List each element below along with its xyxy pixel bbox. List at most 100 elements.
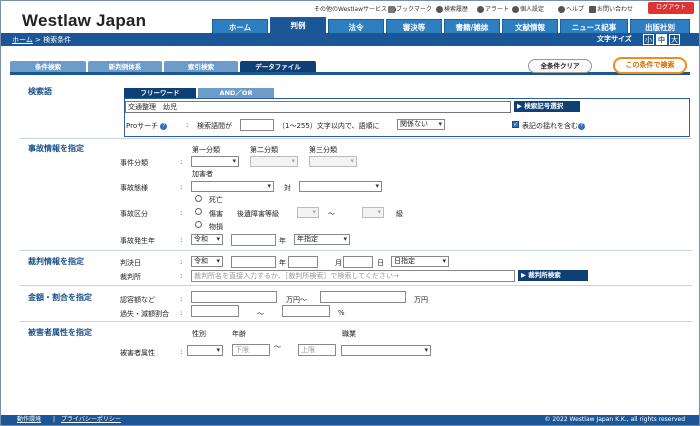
bell-icon	[477, 6, 484, 13]
breadcrumb-current: 検索条件	[43, 36, 72, 44]
keyword-heading: 検索語	[28, 87, 52, 96]
judgment-heading: 裁判情報を指定	[28, 257, 84, 266]
search-button[interactable]: この条件で検索	[613, 57, 687, 74]
radio-death[interactable]	[195, 195, 202, 202]
divider	[20, 285, 692, 286]
divider	[20, 321, 692, 322]
year-suffix: 年	[279, 259, 286, 267]
help-icon[interactable]: ?	[160, 122, 168, 130]
judgment-month-input[interactable]	[288, 256, 318, 268]
font-size-medium[interactable]: 中	[656, 34, 667, 45]
help-icon[interactable]: ?	[578, 122, 585, 130]
colon: :	[180, 272, 183, 280]
sex-header: 性別	[192, 330, 206, 338]
perpetrator-label: 加害者	[192, 170, 213, 178]
footer-link-privacy[interactable]: プライバシーポリシー	[61, 415, 121, 425]
percent-suffix: %	[338, 309, 345, 317]
select-code-button[interactable]: ▶ 検索記号選択	[514, 101, 580, 112]
footer-link-environment[interactable]: 動作環境	[17, 415, 41, 425]
case-type-1-select[interactable]	[191, 156, 239, 167]
divider	[20, 250, 692, 251]
judgment-date-mode-select[interactable]: 日指定	[391, 256, 449, 267]
pro-search-label: Proサーチ ?	[126, 121, 168, 131]
job-header: 職業	[342, 330, 356, 338]
perpetrator-select[interactable]	[191, 181, 274, 192]
judgment-era-select[interactable]: 令和	[191, 256, 223, 267]
logout-button[interactable]: ログアウト	[648, 2, 694, 14]
person-gear-icon	[512, 6, 519, 13]
amount-to-input[interactable]	[320, 291, 406, 303]
victim-heading: 被害者属性を指定	[28, 328, 92, 337]
disability-from-select[interactable]	[297, 207, 319, 218]
victim-mode-select[interactable]	[299, 181, 382, 192]
case-type-3-select[interactable]	[309, 156, 357, 167]
colon: :	[180, 309, 183, 317]
colon: :	[180, 209, 183, 217]
accident-heading: 事故情報を指定	[28, 144, 84, 153]
help-link[interactable]: ヘルプ	[558, 4, 584, 13]
approved-amount-label: 認容額など	[120, 296, 155, 304]
fault-from-input[interactable]	[191, 305, 239, 317]
judgment-day-input[interactable]	[343, 256, 373, 268]
case-type-2-select[interactable]	[250, 156, 298, 167]
radio-injury[interactable]	[195, 208, 202, 215]
court-input[interactable]: 裁判所名を直接入力するか、［裁判所検索］で検索してください→	[191, 270, 515, 282]
subtab-bar	[10, 72, 690, 75]
variant-checkbox[interactable]: ✓	[512, 121, 519, 128]
accident-year-mode-select[interactable]: 年指定	[294, 234, 350, 245]
versus-label: 対	[284, 184, 291, 192]
amount-heading: 金額・割合を指定	[28, 293, 92, 302]
court-search-button[interactable]: ▶ 裁判所検索	[518, 270, 588, 281]
grade-suffix: 級	[396, 210, 403, 218]
history-link[interactable]: 検索履歴	[436, 4, 468, 13]
job-select[interactable]	[341, 345, 431, 356]
radio-property-label: 物損	[209, 223, 223, 231]
font-size-large[interactable]: 大	[669, 34, 680, 45]
fault-ratio-label: 過失・減額割合	[120, 310, 169, 318]
sex-select[interactable]	[187, 345, 223, 356]
fault-to-input[interactable]	[282, 305, 330, 317]
tab-freeword[interactable]: フリーワード	[124, 88, 196, 98]
judgment-date-label: 判決日	[120, 259, 141, 267]
judgment-year-input[interactable]	[231, 256, 276, 268]
personal-settings-link[interactable]: 個人設定	[512, 4, 544, 13]
accident-year-input[interactable]	[231, 234, 276, 246]
disability-grade-label: 後遺障害等級	[237, 210, 279, 218]
contact-link[interactable]: お問い合わせ	[589, 4, 633, 13]
amount-to-suffix: 万円	[414, 296, 428, 304]
colon: :	[180, 183, 183, 191]
help-icon	[558, 6, 565, 13]
disability-to-select[interactable]	[362, 207, 384, 218]
radio-injury-label: 傷害	[209, 210, 223, 218]
age-upper-input[interactable]: 上限	[298, 344, 336, 356]
word-order-select[interactable]: 関係ない	[397, 119, 445, 130]
radio-death-label: 死亡	[209, 196, 223, 204]
radio-property[interactable]	[195, 221, 202, 228]
case-type-label: 事件分類	[120, 159, 148, 167]
bookmark-link[interactable]: ブックマーク	[388, 4, 432, 13]
amount-from-input[interactable]	[191, 291, 277, 303]
age-lower-input[interactable]: 下限	[232, 344, 270, 356]
colon: :	[180, 295, 183, 303]
other-services-link[interactable]: その他のWestlawサービス	[314, 4, 397, 13]
alert-link[interactable]: アラート	[477, 4, 509, 13]
colon: :	[180, 348, 183, 356]
nav-bar	[1, 33, 699, 46]
breadcrumb-home[interactable]: ホーム	[12, 36, 33, 44]
copyright: © 2022 Westlaw Japan K.K., all rights re…	[544, 416, 685, 423]
year-suffix: 年	[279, 237, 286, 245]
age-header: 年齢	[232, 330, 246, 338]
accident-era-select[interactable]: 令和	[191, 234, 223, 245]
font-size-small[interactable]: 小	[643, 34, 654, 45]
keyword-input[interactable]: 交通整理 幼児	[125, 101, 511, 113]
variant-checkbox-label: 表記の揺れを含む?	[522, 121, 585, 131]
font-size-label: 文字サイズ	[597, 35, 632, 43]
tab-and-or[interactable]: AND／OR	[198, 88, 274, 98]
victim-attr-label: 被害者属性	[120, 349, 155, 357]
distance-prefix: 検索語間が	[197, 122, 232, 130]
category-2-header: 第二分類	[250, 146, 278, 154]
distance-input[interactable]	[240, 119, 274, 131]
westlaw-logo[interactable]: Westlaw Japan	[22, 11, 146, 31]
footer: 動作環境 | プライバシーポリシー © 2022 Westlaw Japan K…	[1, 415, 699, 425]
clear-all-button[interactable]: 全条件クリア	[528, 59, 592, 73]
